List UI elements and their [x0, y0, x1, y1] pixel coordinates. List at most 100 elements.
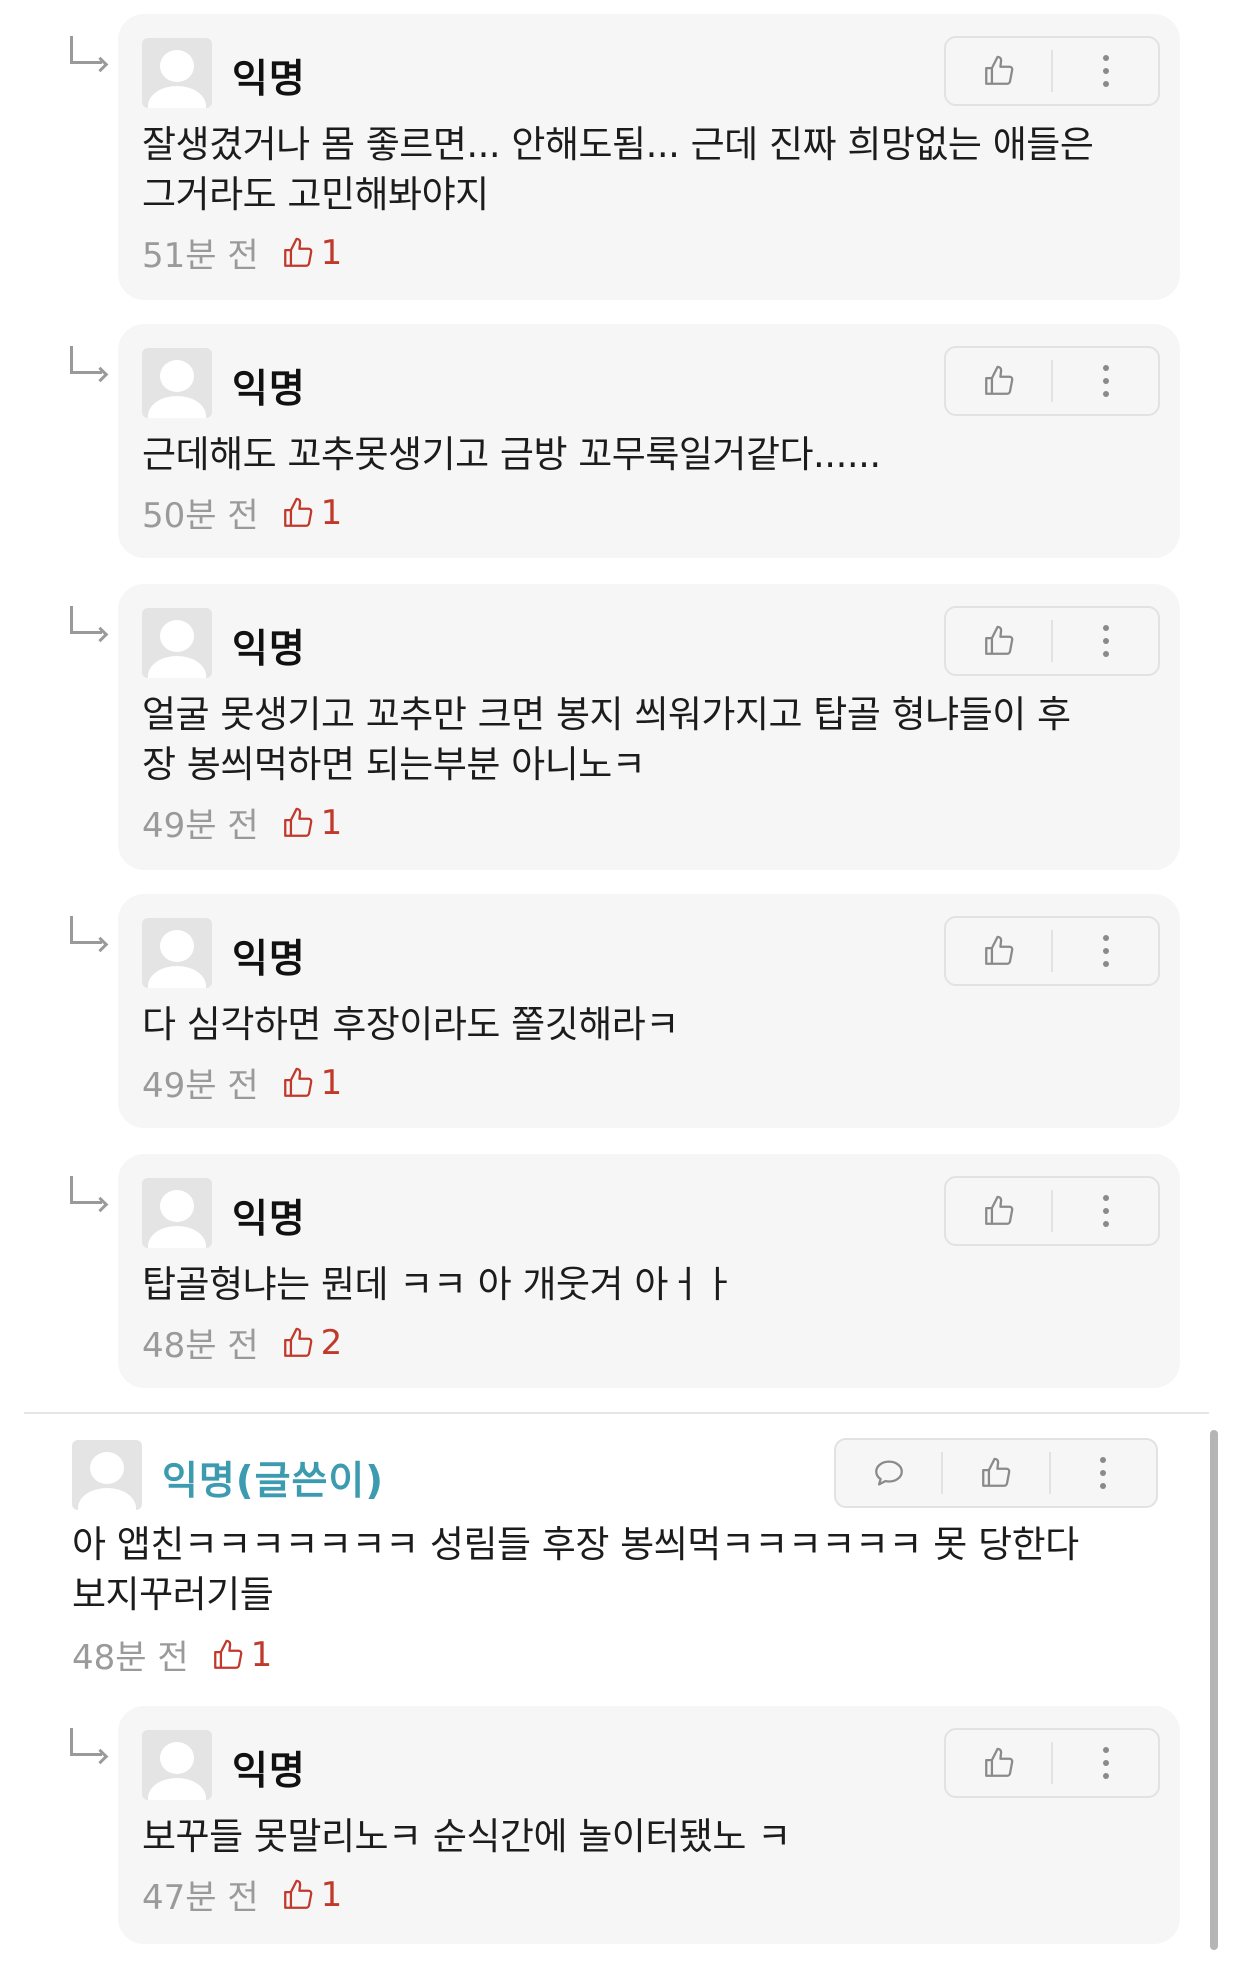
thumbs-up-icon	[984, 935, 1013, 965]
comment-text: 보꾸들 못말리노ㅋ 순식간에 놀이터됐노 ㅋ	[142, 1815, 791, 1858]
thumbs-up-icon	[982, 1457, 1011, 1487]
reply-arrow-icon	[70, 1176, 102, 1204]
comment-divider	[24, 1412, 1209, 1414]
thumbs-up-icon	[283, 1327, 312, 1357]
like-count: 1	[281, 233, 342, 273]
comment-text: 아 앱친ㅋㅋㅋㅋㅋㅋㅋ 성림들 후장 봉씌먹ㅋㅋㅋㅋㅋㅋ 못 당한다 보지꾸러기…	[72, 1523, 1079, 1616]
comment-time: 47분 전	[142, 1878, 259, 1918]
like-count: 1	[281, 493, 342, 533]
thumbs-up-icon	[213, 1639, 242, 1669]
like-button[interactable]	[946, 348, 1051, 414]
reply-card: 익명 다 심각하면 후장이라도 쫄깃해라ㅋ 49분 전 1	[118, 894, 1180, 1128]
scrollbar[interactable]	[1210, 1430, 1218, 1950]
comment-text: 얼굴 못생기고 꼬추만 크면 봉지 씌워가지고 탑골 형냐들이 후 장 봉씌먹하…	[142, 693, 1071, 786]
reply-arrow-icon	[70, 606, 102, 634]
comment-meta: 47분 전 1	[142, 1870, 342, 1919]
comment-bubble-icon	[874, 1460, 903, 1486]
like-button[interactable]	[946, 1178, 1051, 1244]
comment-meta: 49분 전 1	[142, 1058, 342, 1107]
like-button[interactable]	[946, 1730, 1051, 1796]
reply-arrow-icon	[70, 1728, 102, 1756]
reply-arrow-icon	[70, 346, 102, 374]
reply-card: 익명 근데해도 꼬추못생기고 금방 꼬무룩일거같다...... 50분 전 1	[118, 324, 1180, 558]
like-count: 1	[211, 1635, 272, 1675]
thumbs-up-icon	[283, 497, 312, 527]
comment-author: 익명(글쓴이)	[162, 1459, 385, 1504]
like-count: 1	[281, 1063, 342, 1103]
comment-author: 익명	[232, 627, 306, 672]
more-vertical-icon	[1100, 1457, 1107, 1489]
comment-meta: 49분 전 1	[142, 798, 342, 847]
reply-card: 익명 얼굴 못생기고 꼬추만 크면 봉지 씌워가지고 탑골 형냐들이 후 장 봉…	[118, 584, 1180, 870]
avatar[interactable]	[72, 1440, 142, 1510]
reply-arrow-icon	[70, 916, 102, 944]
more-vertical-icon	[1102, 365, 1109, 397]
avatar[interactable]	[142, 918, 212, 988]
more-vertical-icon	[1102, 55, 1109, 87]
comment-actions	[944, 1728, 1160, 1798]
more-button[interactable]	[1053, 38, 1158, 104]
more-button[interactable]	[1053, 1178, 1158, 1244]
comment-time: 48분 전	[142, 1326, 259, 1366]
thumbs-up-icon	[984, 625, 1013, 655]
comment-author: 익명	[232, 937, 306, 982]
comment-time: 51분 전	[142, 236, 259, 276]
comment-actions	[944, 346, 1160, 416]
comment-time: 50분 전	[142, 496, 259, 536]
like-button[interactable]	[946, 608, 1051, 674]
comment-time: 49분 전	[142, 1066, 259, 1106]
comment-actions	[944, 916, 1160, 986]
more-vertical-icon	[1102, 935, 1109, 967]
comment-text: 다 심각하면 후장이라도 쫄깃해라ㅋ	[142, 1003, 679, 1046]
comment-actions	[834, 1438, 1158, 1508]
like-count: 1	[281, 1875, 342, 1915]
more-button[interactable]	[1053, 1730, 1158, 1796]
avatar[interactable]	[142, 1178, 212, 1248]
avatar[interactable]	[142, 608, 212, 678]
reply-card: 익명 탑골형냐는 뭔데 ㅋㅋ 아 개웃겨 아ㅓㅏ 48분 전 2	[118, 1154, 1180, 1388]
comment-time: 48분 전	[72, 1638, 189, 1678]
comment-actions	[944, 606, 1160, 676]
comment-text: 탑골형냐는 뭔데 ㅋㅋ 아 개웃겨 아ㅓㅏ	[142, 1263, 735, 1306]
like-count: 1	[281, 803, 342, 843]
like-button[interactable]	[943, 1440, 1048, 1506]
comment-actions	[944, 36, 1160, 106]
more-vertical-icon	[1102, 625, 1109, 657]
comment-time: 49분 전	[142, 806, 259, 846]
thumbs-up-icon	[984, 365, 1013, 395]
more-button[interactable]	[1053, 348, 1158, 414]
thumbs-up-icon	[283, 807, 312, 837]
more-button[interactable]	[1053, 608, 1158, 674]
thumbs-up-icon	[283, 1879, 312, 1909]
comment-text: 근데해도 꼬추못생기고 금방 꼬무룩일거같다......	[142, 433, 881, 476]
like-button[interactable]	[946, 918, 1051, 984]
more-vertical-icon	[1102, 1195, 1109, 1227]
thumbs-up-icon	[984, 55, 1013, 85]
comment-text: 잘생겼거나 몸 좋르면... 안해도됨... 근데 진짜 희망없는 애들은 그거…	[142, 123, 1094, 216]
thumbs-up-icon	[984, 1195, 1013, 1225]
more-button[interactable]	[1053, 918, 1158, 984]
comment-author: 익명	[232, 57, 306, 102]
thumbs-up-icon	[283, 1067, 312, 1097]
avatar[interactable]	[142, 38, 212, 108]
more-vertical-icon	[1102, 1747, 1109, 1779]
like-button[interactable]	[946, 38, 1051, 104]
more-button[interactable]	[1051, 1440, 1156, 1506]
comment-meta: 51분 전 1	[142, 228, 342, 277]
comment-author: 익명	[232, 1197, 306, 1242]
like-count: 2	[281, 1323, 342, 1363]
comment-author: 익명	[232, 1749, 306, 1794]
avatar[interactable]	[142, 1730, 212, 1800]
comment-meta: 48분 전 2	[142, 1318, 342, 1367]
thumbs-up-icon	[984, 1747, 1013, 1777]
reply-card: 익명 잘생겼거나 몸 좋르면... 안해도됨... 근데 진짜 희망없는 애들은…	[118, 14, 1180, 300]
comment-author: 익명	[232, 367, 306, 412]
reply-button[interactable]	[836, 1440, 941, 1506]
reply-card: 익명 보꾸들 못말리노ㅋ 순식간에 놀이터됐노 ㅋ 47분 전 1	[118, 1706, 1180, 1944]
thumbs-up-icon	[283, 237, 312, 267]
comment-meta: 48분 전 1	[72, 1630, 272, 1679]
comment-meta: 50분 전 1	[142, 488, 342, 537]
reply-arrow-icon	[70, 36, 102, 64]
avatar[interactable]	[142, 348, 212, 418]
comment-actions	[944, 1176, 1160, 1246]
